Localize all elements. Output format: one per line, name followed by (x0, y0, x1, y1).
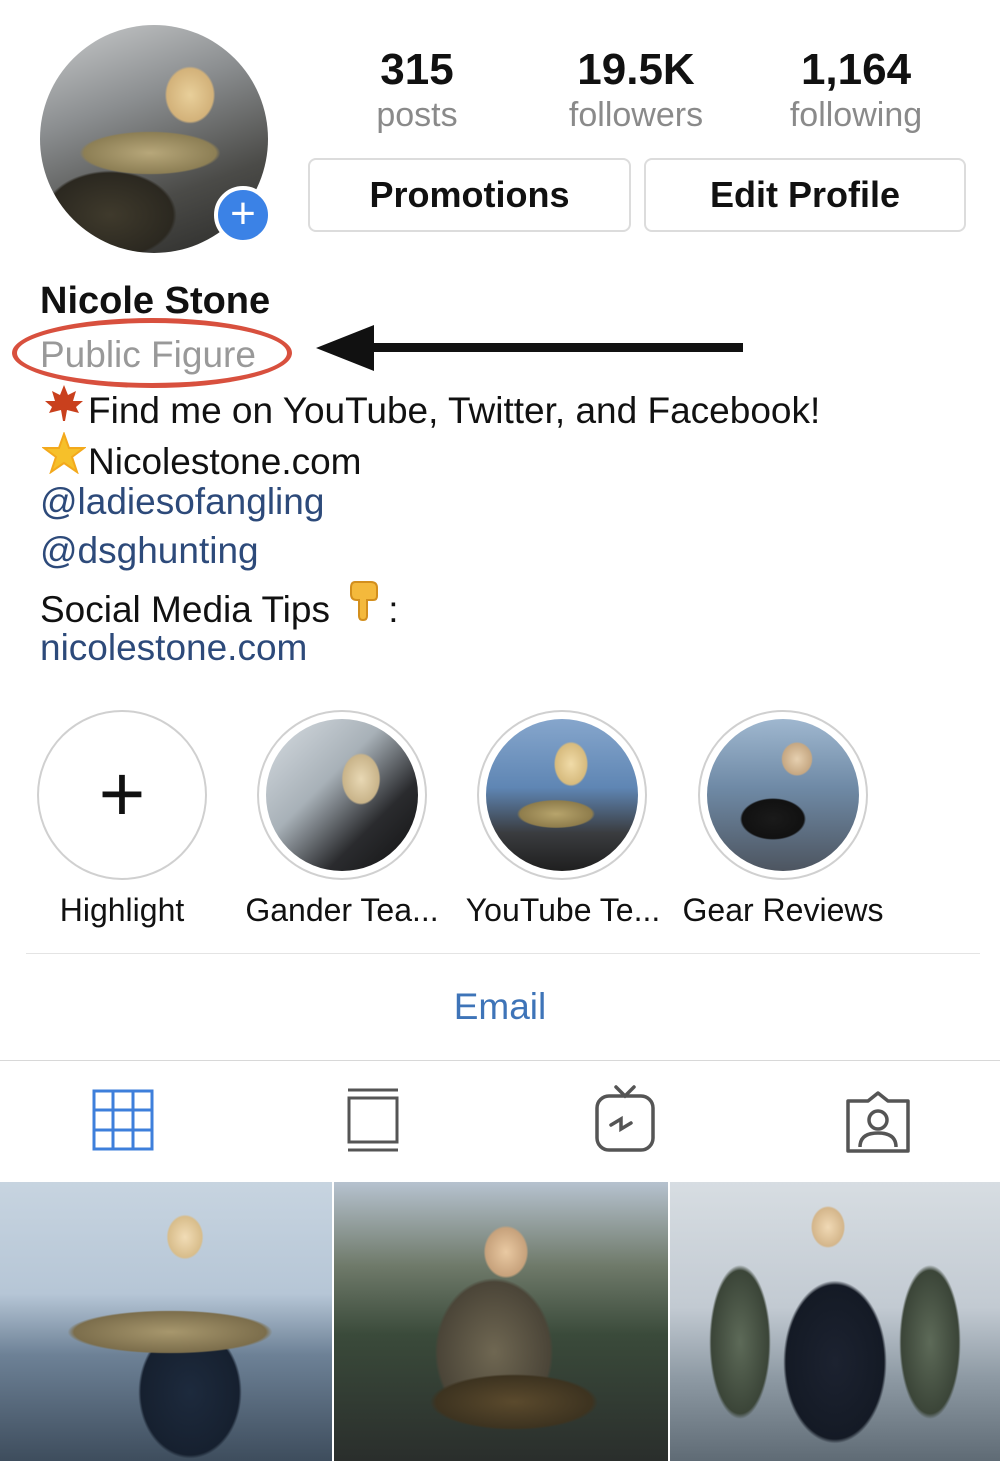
stat-posts-label: posts (376, 96, 458, 134)
grid-icon[interactable] (92, 1089, 154, 1151)
mention-dsghunting[interactable]: @dsghunting (40, 530, 259, 572)
email-button[interactable]: Email (0, 986, 1000, 1028)
annotation-circle (12, 318, 292, 388)
tagged-icon[interactable] (845, 1091, 911, 1153)
add-story-plus-icon[interactable]: + (214, 186, 272, 244)
highlight-new-label: Highlight (59, 892, 185, 928)
highlight-gear-image (707, 719, 859, 871)
profile-name: Nicole Stone (40, 280, 271, 322)
bio-website-text: Nicolestone.com (88, 441, 362, 482)
edit-profile-button[interactable]: Edit Profile (644, 158, 966, 232)
bio-tips-suffix: : (388, 589, 399, 630)
post-2[interactable] (334, 1182, 668, 1461)
bio-social-text: Find me on YouTube, Twitter, and Faceboo… (88, 390, 821, 431)
stat-following-value: 1,164 (800, 45, 912, 94)
post-1[interactable] (0, 1182, 332, 1461)
star-icon (40, 431, 88, 483)
maple-leaf-icon (40, 383, 88, 432)
feed-icon[interactable] (346, 1087, 400, 1153)
stat-posts[interactable]: 315 posts (312, 45, 522, 135)
post-3[interactable] (670, 1182, 1000, 1461)
annotation-arrow-head-icon (316, 325, 374, 371)
stat-following-label: following (789, 96, 923, 134)
bio-line-tips: Social Media Tips : (40, 578, 399, 631)
highlight-youtube-label: YouTube Te... (465, 892, 661, 928)
annotation-arrow-shaft (350, 343, 743, 352)
bio-tips-text: Social Media Tips (40, 589, 330, 630)
stat-followers-value: 19.5K (577, 45, 695, 94)
highlight-youtube-image (486, 719, 638, 871)
highlight-gander[interactable] (257, 710, 427, 880)
highlight-youtube[interactable] (477, 710, 647, 880)
highlight-gear-label: Gear Reviews (682, 892, 884, 928)
promotions-button[interactable]: Promotions (308, 158, 631, 232)
stat-followers[interactable]: 19.5K followers (531, 45, 741, 135)
stat-followers-label: followers (568, 96, 704, 134)
highlight-gander-label: Gander Tea... (245, 892, 439, 928)
igtv-icon[interactable] (594, 1083, 656, 1153)
plus-icon: + (98, 749, 146, 838)
pointing-down-icon (340, 578, 388, 631)
stat-posts-value: 315 (380, 45, 454, 94)
highlight-gear[interactable] (698, 710, 868, 880)
bio-line-social: Find me on YouTube, Twitter, and Faceboo… (40, 383, 820, 432)
website-link[interactable]: nicolestone.com (40, 627, 307, 669)
mention-ladiesofangling[interactable]: @ladiesofangling (40, 481, 324, 523)
highlight-new[interactable]: + (37, 710, 207, 880)
highlight-gander-image (266, 719, 418, 871)
bio-line-website: Nicolestone.com (40, 431, 362, 483)
stat-following[interactable]: 1,164 following (751, 45, 961, 135)
divider (26, 953, 980, 954)
